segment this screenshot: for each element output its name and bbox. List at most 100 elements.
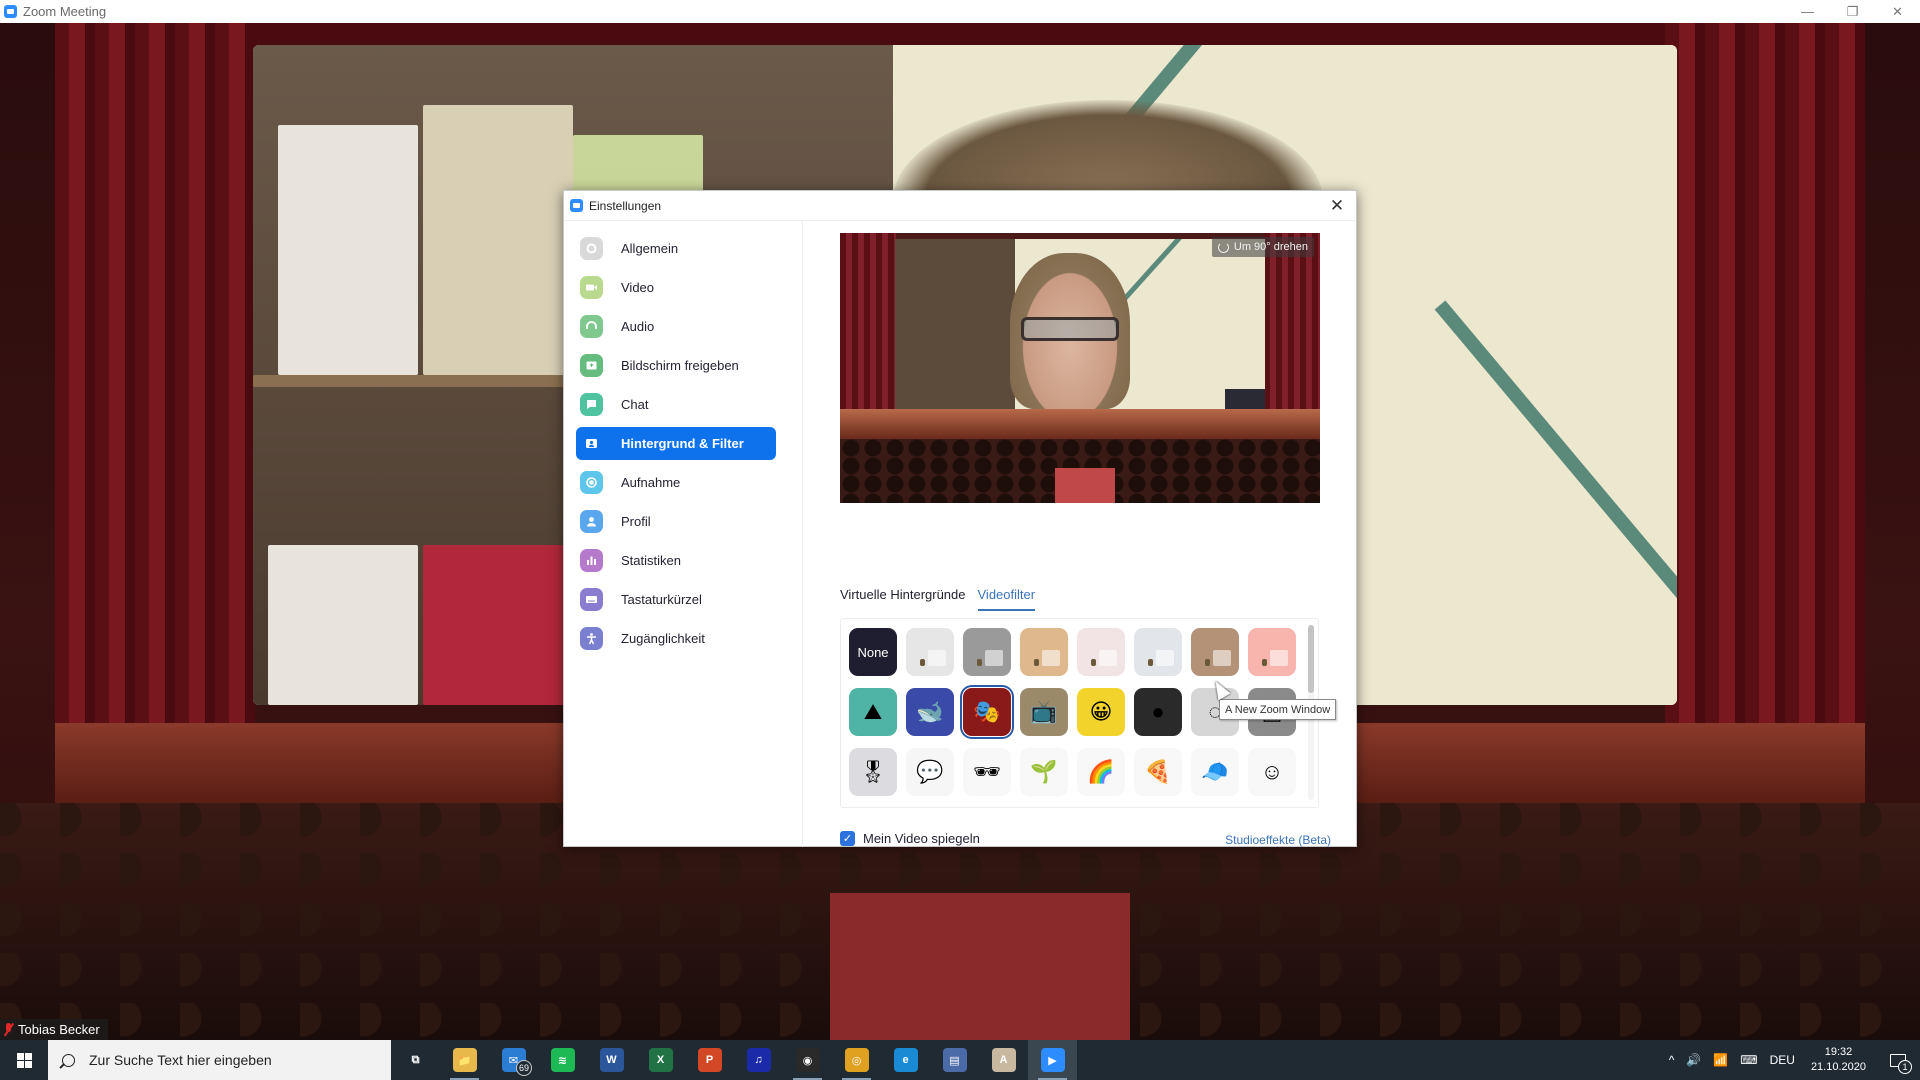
zoom-window-titlebar: Zoom Meeting — ❐ ✕ (0, 0, 1920, 23)
taskbar-app-obs[interactable]: ◉ (783, 1040, 832, 1080)
taskbar-app-excel[interactable]: X (636, 1040, 685, 1080)
file-explorer-icon: 📁 (452, 1048, 477, 1072)
minimize-button[interactable]: — (1785, 0, 1830, 23)
rotate-90-button[interactable]: Um 90° drehen (1211, 237, 1314, 257)
filter-tile-sticker-rainbow[interactable]: 🌈 (1077, 748, 1125, 796)
sidebar-item-tastaturkürzel[interactable]: Tastaturkürzel (576, 583, 776, 616)
windows-taskbar: Zur Suche Text hier eingeben ⧉ 📁 ✉ 69 ≋ W X P ♫ ◉… (0, 1040, 1920, 1080)
filter-none-label: None (857, 644, 889, 660)
close-dialog-button[interactable]: ✕ (1328, 196, 1346, 215)
sidebar-item-label: Chat (621, 397, 649, 412)
scrollbar-thumb[interactable] (1308, 625, 1314, 693)
studio-effects-link[interactable]: Studioeffekte (Beta) (1225, 833, 1331, 847)
filter-tile-filter-tan[interactable] (1020, 628, 1068, 676)
filter-tile-sticker-sunglasses[interactable]: 🕶 (963, 748, 1011, 796)
filter-tile-frame-theater[interactable]: 🎭 (960, 685, 1014, 739)
video-preview: Um 90° drehen (840, 233, 1320, 503)
filter-tile-frame-landscape[interactable]: ⛰ (849, 688, 897, 736)
windows-logo-icon (16, 1052, 32, 1068)
tab-video-filters[interactable]: Videofilter (977, 587, 1036, 611)
taskbar-app-audacity[interactable]: ♫ (734, 1040, 783, 1080)
network-icon[interactable]: 📶 (1707, 1053, 1734, 1067)
sidebar-item-video[interactable]: Video (576, 271, 776, 304)
filter-tile-frame-emoji[interactable]: 😀 (1077, 688, 1125, 736)
settings-content: Um 90° drehen Virtuelle Hintergründe Vid… (804, 221, 1357, 847)
mirror-video-label: Mein Video spiegeln (863, 831, 980, 846)
spotify-icon: ≋ (550, 1048, 575, 1072)
filter-tile-sticker-sprout[interactable]: 🌱 (1020, 748, 1068, 796)
frame-retro-tv-icon: 📺 (1030, 699, 1058, 724)
unread-count-badge: 69 (516, 1060, 532, 1076)
touch-keyboard-icon[interactable]: ⌨ (1734, 1053, 1763, 1067)
excel-icon: X (648, 1048, 673, 1072)
filter-tile-filter-brown[interactable] (1191, 628, 1239, 676)
room-preview-icon (1034, 650, 1060, 666)
filter-tile-sticker-cap[interactable]: 🧢 (1191, 748, 1239, 796)
sidebar-item-label: Allgemein (621, 241, 679, 256)
window-title: Zoom Meeting (23, 4, 107, 19)
video-camera-icon (580, 276, 603, 299)
taskbar-app-edge[interactable]: e (881, 1040, 930, 1080)
mirror-video-checkbox[interactable]: ✓ (840, 831, 855, 846)
sidebar-item-profil[interactable]: Profil (576, 505, 776, 538)
sidebar-item-label: Bildschirm freigeben (621, 358, 739, 373)
taskbar-app-mail[interactable]: ✉ 69 (489, 1040, 538, 1080)
taskbar-app-task-view[interactable]: ⧉ (391, 1040, 440, 1080)
edge-icon: e (893, 1048, 918, 1072)
sidebar-item-aufnahme[interactable]: Aufnahme (576, 466, 776, 499)
sidebar-item-chat[interactable]: Chat (576, 388, 776, 421)
taskbar-app-photo-app[interactable]: ▤ (930, 1040, 979, 1080)
sticker-sunglasses-icon: 🕶 (973, 759, 1001, 784)
room-preview-icon (920, 650, 946, 666)
show-hidden-icons-chevron[interactable]: ^ (1663, 1053, 1681, 1067)
frame-bulbs-icon: ● (1151, 699, 1165, 724)
filter-tile-frame-whale[interactable]: 🐋 (906, 688, 954, 736)
taskbar-clock[interactable]: 19:32 21.10.2020 (1801, 1045, 1876, 1075)
filter-tile-sticker-face[interactable]: ☺ (1248, 748, 1296, 796)
sticker-face-icon: ☺ (1260, 759, 1284, 784)
input-language[interactable]: DEU (1764, 1053, 1801, 1067)
volume-icon[interactable]: 🔊 (1680, 1053, 1707, 1067)
restore-button[interactable]: ❐ (1830, 0, 1875, 23)
start-button[interactable] (0, 1040, 48, 1080)
zoom-app-icon (4, 5, 17, 18)
curtain-top (55, 23, 1865, 47)
filter-tile-sticker-huh[interactable]: 💬 (906, 748, 954, 796)
filter-tile-sticker-medal[interactable]: 🎖 (849, 748, 897, 796)
notification-count: 1 (1898, 1060, 1912, 1074)
frame-theater-icon: 🎭 (973, 699, 1001, 724)
sidebar-item-zugänglichkeit[interactable]: Zugänglichkeit (576, 622, 776, 655)
filter-tile-filter-white[interactable] (906, 628, 954, 676)
taskbar-search-box[interactable]: Zur Suche Text hier eingeben (48, 1040, 391, 1080)
close-window-button[interactable]: ✕ (1875, 0, 1920, 23)
sidebar-item-audio[interactable]: Audio (576, 310, 776, 343)
sidebar-item-statistiken[interactable]: Statistiken (576, 544, 776, 577)
taskbar-app-chrome[interactable]: ◎ (832, 1040, 881, 1080)
powerpoint-icon: P (697, 1048, 722, 1072)
mirror-video-option[interactable]: ✓ Mein Video spiegeln (840, 831, 980, 846)
taskbar-app-powerpoint[interactable]: P (685, 1040, 734, 1080)
background-person-icon (580, 432, 603, 455)
tab-virtual-backgrounds[interactable]: Virtuelle Hintergründe (840, 587, 966, 611)
filter-tile-sticker-pizza-hat[interactable]: 🍕 (1134, 748, 1182, 796)
filter-tile-none[interactable]: None (849, 628, 897, 676)
action-center-button[interactable]: 1 (1876, 1040, 1920, 1080)
sticker-rainbow-icon: 🌈 (1087, 759, 1115, 784)
filter-tile-frame-bulbs[interactable]: ● (1134, 688, 1182, 736)
clock-time: 19:32 (1824, 1046, 1853, 1058)
sidebar-item-bildschirm-freigeben[interactable]: Bildschirm freigeben (576, 349, 776, 382)
chat-bubble-icon (580, 393, 603, 416)
taskbar-app-zoom[interactable]: ▶ (1028, 1040, 1077, 1080)
filter-tooltip: A New Zoom Window (1219, 699, 1337, 720)
sidebar-item-allgemein[interactable]: Allgemein (576, 232, 776, 265)
taskbar-app-document-app[interactable]: A (979, 1040, 1028, 1080)
filter-tile-frame-retro-tv[interactable]: 📺 (1020, 688, 1068, 736)
taskbar-app-file-explorer[interactable]: 📁 (440, 1040, 489, 1080)
filter-tile-filter-pink[interactable] (1248, 628, 1296, 676)
sidebar-item-hintergrund-filter[interactable]: Hintergrund & Filter (576, 427, 776, 460)
filter-tile-filter-gray[interactable] (963, 628, 1011, 676)
taskbar-app-spotify[interactable]: ≋ (538, 1040, 587, 1080)
taskbar-app-word[interactable]: W (587, 1040, 636, 1080)
filter-tile-filter-cool-white[interactable] (1134, 628, 1182, 676)
filter-tile-filter-blush[interactable] (1077, 628, 1125, 676)
